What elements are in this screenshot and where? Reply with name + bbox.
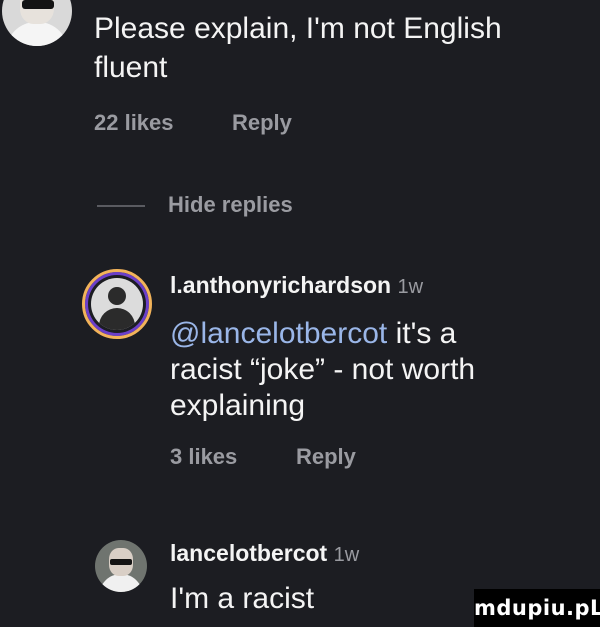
comment-text-line-1: Please explain, I'm not English [94,12,502,45]
likes-count[interactable]: 3 likes [170,444,237,470]
reply-timestamp: 1w [397,276,424,298]
default-avatar-icon [91,278,143,330]
reply-timestamp: 1w [333,544,360,566]
avatar-shirt [6,22,68,46]
reply-button[interactable]: Reply [232,110,292,136]
avatar[interactable] [2,0,72,46]
reply-button[interactable]: Reply [296,444,356,470]
hide-replies-button[interactable]: Hide replies [168,192,293,218]
reply-username[interactable]: lancelotbercot 1w [170,540,359,567]
reply-text-line-1: I'm a racist [170,582,315,615]
avatar-glasses [110,559,132,565]
reply-username[interactable]: l.anthonyrichardson 1w [170,272,423,299]
comment-text-line-2: fluent [94,51,168,84]
avatar-shirt [99,574,143,592]
reply-text-line-2: racist “joke” - not worth [170,353,476,386]
mention-link[interactable]: @lancelotbercot [170,317,387,350]
avatar[interactable] [95,540,147,592]
likes-count[interactable]: 22 likes [94,110,174,136]
reply-text-line-3: explaining [170,389,306,422]
reply-text-line-1: @lancelotbercot it's a [170,315,456,353]
watermark: mdupiu.pL [474,589,600,627]
username-text[interactable]: l.anthonyrichardson [170,272,391,298]
avatar[interactable] [82,269,152,339]
username-text[interactable]: lancelotbercot [170,540,327,566]
reply-text: it's a [387,317,457,350]
avatar-glasses [22,0,54,9]
replies-divider [97,205,145,207]
